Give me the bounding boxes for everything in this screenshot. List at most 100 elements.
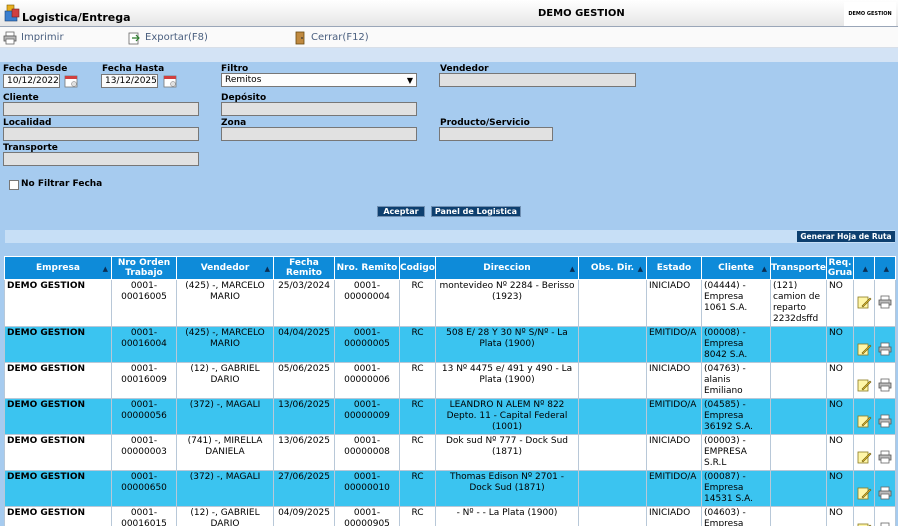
printer-icon[interactable] <box>877 485 893 501</box>
cell-print-action[interactable] <box>874 326 896 363</box>
col-header-estado[interactable]: Estado <box>646 256 702 280</box>
cell-vendedor: (12) -, GABRIEL DARIO <box>176 362 274 399</box>
cell-obs <box>578 326 647 363</box>
edit-note-icon[interactable] <box>856 377 872 393</box>
deposito-input[interactable] <box>221 102 417 116</box>
cell-estado: EMITIDO/A <box>646 470 702 507</box>
generar-hoja-ruta-button[interactable]: Generar Hoja de Ruta <box>797 231 895 242</box>
filtro-select[interactable]: Remitos ▼ <box>221 73 417 87</box>
cell-print-action[interactable] <box>874 506 896 526</box>
printer-icon[interactable] <box>877 377 893 393</box>
company-title: DEMO GESTION <box>538 8 625 19</box>
col-header-direccion[interactable]: Direccion ▲ <box>435 256 579 280</box>
edit-note-icon[interactable] <box>856 521 872 526</box>
fecha-desde-label: Fecha Desde <box>3 64 68 74</box>
col-header-cliente[interactable]: Cliente ▲ <box>701 256 771 280</box>
no-filtrar-fecha-checkbox[interactable] <box>9 180 19 190</box>
remitos-table: Empresa ▲︎ Nro Orden Trabajo Vendedor ▲ Fe… <box>4 256 896 526</box>
calendar-icon[interactable] <box>163 74 177 88</box>
vendedor-input[interactable] <box>439 73 636 87</box>
col-header-empresa[interactable]: Empresa ▲︎ <box>4 256 112 280</box>
cell-print-action[interactable] <box>874 398 896 435</box>
printer-icon[interactable] <box>877 449 893 465</box>
cell-direccion: - Nº - - La Plata (1900) <box>435 506 579 526</box>
cell-empresa: DEMO GESTION <box>4 470 112 507</box>
printer-icon[interactable] <box>877 413 893 429</box>
printer-icon[interactable] <box>877 521 893 526</box>
cliente-input[interactable] <box>3 102 199 116</box>
table-row[interactable]: DEMO GESTION 0001-00000003 (741) -, MIRELL… <box>4 434 896 471</box>
col-header-action1[interactable]: ▲ <box>853 256 875 280</box>
cell-obs <box>578 362 647 399</box>
edit-note-icon[interactable] <box>856 485 872 501</box>
cell-fecha: 04/04/2025 <box>273 326 335 363</box>
cell-orden: 0001-00016004 <box>111 326 177 363</box>
cell-codigo: RC <box>399 470 436 507</box>
col-header-orden[interactable]: Nro Orden Trabajo <box>111 256 177 280</box>
fecha-desde-input[interactable]: 10/12/2022 <box>3 74 60 88</box>
cell-direccion: Thomas Edison Nº 2701 - Dock Sud (1871) <box>435 470 579 507</box>
col-header-vendedor[interactable]: Vendedor ▲ <box>176 256 274 280</box>
cell-edit-action[interactable] <box>853 506 875 526</box>
close-button[interactable]: Cerrar(F12) <box>293 30 369 45</box>
cell-edit-action[interactable] <box>853 326 875 363</box>
cell-print-action[interactable] <box>874 470 896 507</box>
fecha-hasta-input[interactable]: 13/12/2025 <box>101 74 158 88</box>
printer-icon[interactable] <box>877 294 893 310</box>
col-header-action2[interactable]: ▲ <box>874 256 896 280</box>
edit-note-icon[interactable] <box>856 341 872 357</box>
cell-fecha: 27/06/2025 <box>273 470 335 507</box>
cell-print-action[interactable] <box>874 279 896 327</box>
table-row[interactable]: DEMO GESTION 0001-00016009 (12) -, GABRIEL… <box>4 362 896 399</box>
table-row[interactable]: DEMO GESTION 0001-00000056 (372) -, MAGALI… <box>4 398 896 435</box>
print-label: Imprimir <box>21 32 64 43</box>
transporte-input[interactable] <box>3 152 199 166</box>
cell-fecha: 04/09/2025 <box>273 506 335 526</box>
table-row[interactable]: DEMO GESTION 0001-00016004 (425) -, MARCEL… <box>4 326 896 363</box>
printer-icon[interactable] <box>877 341 893 357</box>
cell-grua: NO <box>826 398 854 435</box>
cell-edit-action[interactable] <box>853 398 875 435</box>
filtro-value: Remitos <box>225 75 262 85</box>
cell-print-action[interactable] <box>874 434 896 471</box>
cell-estado: INICIADO <box>646 362 702 399</box>
edit-note-icon[interactable] <box>856 294 872 310</box>
cell-edit-action[interactable] <box>853 279 875 327</box>
table-row[interactable]: DEMO GESTION 0001-00000650 (372) -, MAGALI… <box>4 470 896 507</box>
cell-edit-action[interactable] <box>853 470 875 507</box>
export-button[interactable]: Exportar(F8) <box>127 30 208 45</box>
cell-print-action[interactable] <box>874 362 896 399</box>
cell-transporte <box>770 362 827 399</box>
cell-direccion: montevideo Nº 2284 - Berisso (1923) <box>435 279 579 327</box>
zona-input[interactable] <box>221 127 417 141</box>
aceptar-button[interactable]: Aceptar <box>377 206 425 217</box>
sort-icon: ▲ <box>862 265 868 273</box>
cell-edit-action[interactable] <box>853 362 875 399</box>
col-header-grua[interactable]: Req. Grua <box>826 256 854 280</box>
panel-logistica-button[interactable]: Panel de Logistica <box>431 206 521 217</box>
title-bar: Logistica/Entrega DEMO GESTION DEMO GEST… <box>0 0 898 27</box>
edit-note-icon[interactable] <box>856 413 872 429</box>
table-row[interactable]: DEMO GESTION 0001-00016005 (425) -, MARCEL… <box>4 279 896 327</box>
col-header-obs[interactable]: Obs. Dir. ▲ <box>578 256 647 280</box>
col-header-codigo[interactable]: Codigo <box>399 256 436 280</box>
cell-codigo: RC <box>399 398 436 435</box>
cell-fecha: 13/06/2025 <box>273 434 335 471</box>
cell-empresa: DEMO GESTION <box>4 506 112 526</box>
col-header-transporte[interactable]: Transporte <box>770 256 827 280</box>
cell-empresa: DEMO GESTION <box>4 398 112 435</box>
edit-note-icon[interactable] <box>856 449 872 465</box>
producto-input[interactable] <box>439 127 553 141</box>
cell-empresa: DEMO GESTION <box>4 279 112 327</box>
print-button[interactable]: Imprimir <box>3 30 64 45</box>
localidad-input[interactable] <box>3 127 199 141</box>
cell-orden: 0001-00016005 <box>111 279 177 327</box>
exit-door-icon <box>295 31 305 44</box>
cell-obs <box>578 470 647 507</box>
cell-edit-action[interactable] <box>853 434 875 471</box>
calendar-icon[interactable] <box>64 74 78 88</box>
col-header-fecha[interactable]: Fecha Remito <box>273 256 335 280</box>
table-row[interactable]: DEMO GESTION 0001-00016015 (12) -, GABRIEL… <box>4 506 896 526</box>
printer-icon <box>3 31 17 44</box>
col-header-remito[interactable]: Nro. Remito <box>334 256 400 280</box>
